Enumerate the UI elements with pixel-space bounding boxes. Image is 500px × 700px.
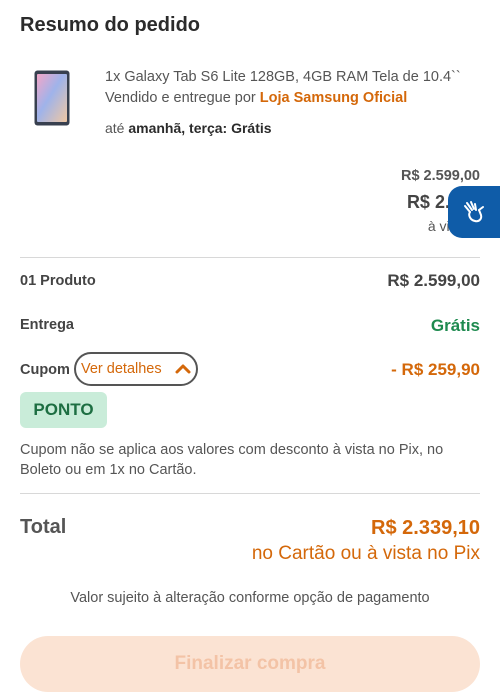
- delivery-prefix: até: [105, 120, 129, 136]
- divider: [20, 493, 480, 494]
- divider: [20, 257, 480, 258]
- delivery-line: até amanhã, terça: Grátis: [105, 120, 272, 136]
- shipping-value: Grátis: [430, 316, 480, 335]
- coupon-label: Cupom: [20, 362, 70, 378]
- products-value: R$ 2.599,00: [387, 271, 480, 290]
- coupon-details-button[interactable]: Ver detalhes: [74, 352, 198, 386]
- delivery-day: amanhã, terça:: [128, 120, 228, 136]
- products-label: 01 Produto: [20, 273, 96, 289]
- finalize-purchase-button[interactable]: Finalizar compra: [20, 636, 480, 692]
- coupon-details-label: Ver detalhes: [81, 361, 162, 377]
- total-label: Total: [20, 516, 67, 538]
- coupon-note: Cupom não se aplica aos valores com desc…: [20, 442, 444, 478]
- coupon-code-badge: PONTO: [20, 392, 107, 428]
- sold-by-label: Vendido e entregue por: [105, 90, 260, 106]
- hand-sign-language-icon: [464, 201, 484, 223]
- total-value: R$ 2.339,10: [371, 517, 480, 539]
- chevron-up-icon: [175, 364, 191, 374]
- accessibility-button[interactable]: [448, 186, 500, 238]
- original-price: R$ 2.599,00: [400, 168, 480, 184]
- coupon-value: - R$ 259,90: [391, 360, 480, 379]
- finalize-purchase-label: Finalizar compra: [174, 653, 326, 674]
- delivery-price: Grátis: [231, 120, 272, 136]
- product-description: 1x Galaxy Tab S6 Lite 128GB, 4GB RAM Tel…: [105, 69, 461, 85]
- seller-link[interactable]: Loja Samsung Oficial: [260, 90, 407, 106]
- shipping-label: Entrega: [20, 317, 74, 333]
- price-disclaimer: Valor sujeito à alteração conforme opção…: [70, 590, 430, 606]
- total-payment-method: no Cartão ou à vista no Pix: [251, 543, 480, 564]
- page-title: Resumo do pedido: [20, 14, 200, 36]
- seller-line: Vendido e entregue por Loja Samsung Ofic…: [105, 90, 407, 106]
- product-thumbnail[interactable]: [34, 70, 70, 126]
